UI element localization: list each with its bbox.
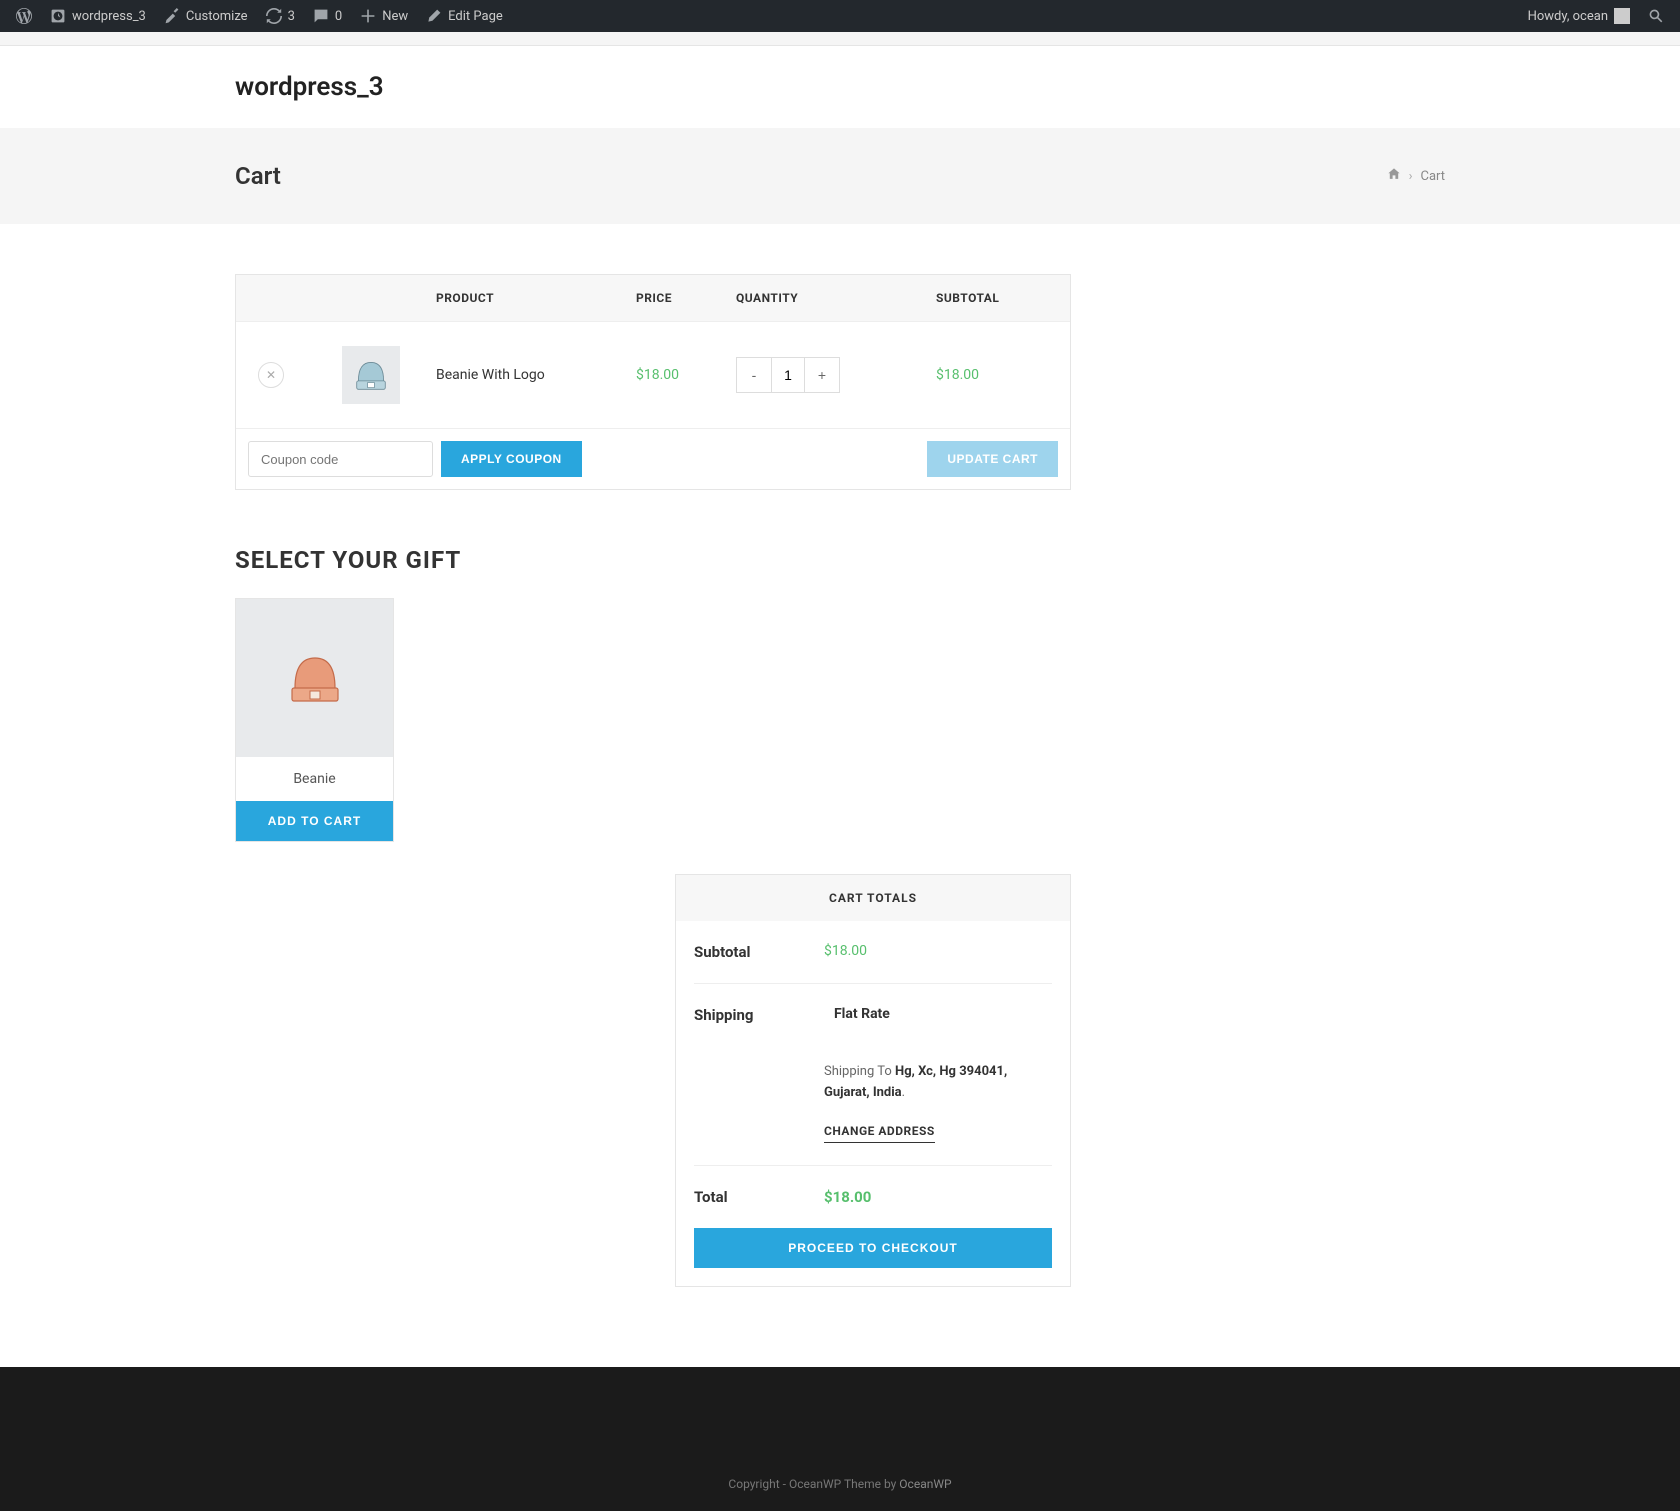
total-value: $18.00	[824, 1188, 1052, 1206]
subtotal-value: $18.00	[824, 943, 1052, 959]
gift-product-card: Beanie ADD TO CART	[235, 598, 394, 842]
admin-search[interactable]	[1640, 0, 1672, 32]
footer-copyright: Copyright - OceanWP Theme by OceanWP	[0, 1427, 1680, 1491]
cart-totals: CART TOTALS Subtotal $18.00 Shipping Fla…	[675, 874, 1071, 1287]
dashboard-icon	[50, 8, 66, 24]
pencil-icon	[426, 8, 442, 24]
apply-coupon-button[interactable]: APPLY COUPON	[441, 441, 582, 477]
top-spacer	[0, 32, 1680, 46]
page-header: Cart › Cart	[0, 128, 1680, 224]
site-footer: Copyright - OceanWP Theme by OceanWP	[0, 1367, 1680, 1511]
cart-actions-row: APPLY COUPON UPDATE CART	[236, 428, 1070, 489]
cart-area: PRODUCT PRICE QUANTITY SUBTOTAL ✕	[235, 274, 1071, 1287]
col-subtotal: SUBTOTAL	[936, 291, 1066, 305]
admin-bar-left: wordpress_3 Customize 3 0 New Edit Page	[8, 0, 511, 32]
change-address-link[interactable]: CHANGE ADDRESS	[824, 1124, 935, 1143]
col-quantity: QUANTITY	[736, 291, 936, 305]
quantity-increase-button[interactable]: +	[805, 358, 839, 392]
proceed-to-checkout-button[interactable]: PROCEED TO CHECKOUT	[694, 1228, 1052, 1268]
shipping-rate: Flat Rate	[834, 1006, 1052, 1022]
shipping-label: Shipping	[694, 1006, 824, 1024]
comments-count: 0	[335, 9, 342, 24]
product-subtotal: $18.00	[936, 367, 1066, 383]
gift-product-name[interactable]: Beanie	[236, 757, 393, 801]
site-name-label: wordpress_3	[72, 9, 146, 24]
breadcrumb-current: Cart	[1420, 169, 1445, 184]
edit-page-label: Edit Page	[448, 9, 503, 24]
col-product: PRODUCT	[436, 291, 636, 305]
comments-menu[interactable]: 0	[305, 0, 350, 32]
subtotal-label: Subtotal	[694, 943, 824, 961]
breadcrumb-home[interactable]	[1387, 167, 1401, 185]
product-price: $18.00	[636, 367, 736, 383]
shipping-to: Shipping To Hg, Xc, Hg 394041, Gujarat, …	[824, 1062, 1052, 1104]
breadcrumb-separator: ›	[1409, 169, 1413, 184]
cart-table-head: PRODUCT PRICE QUANTITY SUBTOTAL	[236, 275, 1070, 321]
wp-logo-menu[interactable]	[8, 0, 40, 32]
product-thumbnail[interactable]	[342, 346, 400, 404]
customize-label: Customize	[186, 9, 248, 24]
admin-bar-right: Howdy, ocean	[1520, 0, 1672, 32]
quantity-stepper: - +	[736, 357, 840, 393]
wordpress-icon	[16, 8, 32, 24]
updates-count: 3	[288, 9, 295, 24]
update-cart-button[interactable]: UPDATE CART	[927, 441, 1058, 477]
coupon-input[interactable]	[248, 441, 433, 477]
update-icon	[266, 8, 282, 24]
site-header: wordpress_3	[0, 46, 1680, 128]
avatar	[1614, 8, 1630, 24]
updates-menu[interactable]: 3	[258, 0, 303, 32]
gift-section-title: SELECT YOUR GIFT	[235, 546, 1071, 574]
plus-icon	[360, 8, 376, 24]
quantity-decrease-button[interactable]: -	[737, 358, 771, 392]
total-row: Total $18.00	[694, 1166, 1052, 1228]
site-name-menu[interactable]: wordpress_3	[42, 0, 154, 32]
page-title: Cart	[235, 162, 281, 190]
product-name[interactable]: Beanie With Logo	[436, 367, 636, 383]
beanie-image	[350, 354, 392, 396]
cart-table-body: ✕ Beanie With Logo $18.00	[236, 321, 1070, 428]
wp-admin-bar: wordpress_3 Customize 3 0 New Edit Page …	[0, 0, 1680, 32]
remove-item-button[interactable]: ✕	[258, 362, 284, 388]
shipping-row: Shipping Flat Rate Shipping To Hg, Xc, H…	[694, 984, 1052, 1166]
beanie-image	[280, 643, 350, 713]
footer-link[interactable]: OceanWP	[899, 1477, 951, 1491]
cart-table: PRODUCT PRICE QUANTITY SUBTOTAL ✕	[235, 274, 1071, 490]
customize-menu[interactable]: Customize	[156, 0, 256, 32]
close-icon: ✕	[266, 368, 276, 382]
breadcrumb: › Cart	[1387, 167, 1445, 185]
subtotal-row: Subtotal $18.00	[694, 921, 1052, 984]
add-to-cart-button[interactable]: ADD TO CART	[236, 801, 393, 841]
search-icon	[1648, 8, 1664, 24]
home-icon	[1387, 167, 1401, 181]
coupon-area: APPLY COUPON	[248, 441, 582, 477]
new-label: New	[382, 9, 408, 24]
gift-product-image[interactable]	[236, 599, 393, 757]
brush-icon	[164, 8, 180, 24]
user-account-menu[interactable]: Howdy, ocean	[1520, 0, 1638, 32]
total-label: Total	[694, 1188, 824, 1206]
col-price: PRICE	[636, 291, 736, 305]
greeting-label: Howdy, ocean	[1528, 9, 1608, 24]
footer-text: Copyright - OceanWP Theme by	[728, 1477, 899, 1491]
edit-page-menu[interactable]: Edit Page	[418, 0, 511, 32]
cart-totals-body: Subtotal $18.00 Shipping Flat Rate Shipp…	[676, 921, 1070, 1228]
shipping-to-prefix: Shipping To	[824, 1064, 895, 1079]
cart-totals-header: CART TOTALS	[676, 875, 1070, 921]
site-title[interactable]: wordpress_3	[235, 72, 1445, 102]
table-row: ✕ Beanie With Logo $18.00	[236, 321, 1070, 428]
quantity-input[interactable]	[771, 358, 805, 392]
main-content: PRODUCT PRICE QUANTITY SUBTOTAL ✕	[235, 224, 1445, 1367]
comment-icon	[313, 8, 329, 24]
new-content-menu[interactable]: New	[352, 0, 416, 32]
shipping-details: Flat Rate Shipping To Hg, Xc, Hg 394041,…	[824, 1006, 1052, 1143]
